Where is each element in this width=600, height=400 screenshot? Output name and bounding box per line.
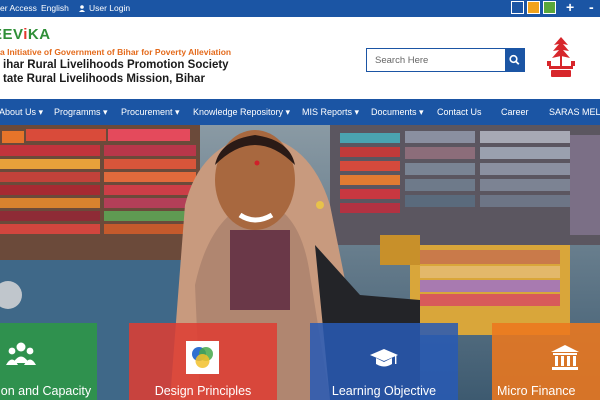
search-input[interactable] [367, 49, 505, 71]
tile-micro-finance[interactable]: Micro Finance [492, 323, 600, 400]
tile-learning-objective[interactable]: Learning Objective [310, 323, 458, 400]
nav-contact-us[interactable]: Contact Us [437, 107, 482, 117]
tile-label: ion and Capacity [0, 384, 92, 398]
nav-about-us[interactable]: About Us ▾ [0, 107, 43, 118]
logo-prefix: EEV [0, 26, 24, 43]
people-group-icon [6, 342, 36, 365]
site-header: EEViKA a Initiative of Government of Bih… [0, 17, 600, 99]
nav-career[interactable]: Career [501, 107, 529, 117]
zoom-out-button[interactable]: - [589, 0, 594, 15]
org-name-line2: tate Rural Livelihoods Mission, Bihar [3, 73, 205, 85]
top-utility-bar: er Access English User Login + - [0, 0, 600, 17]
nav-programms[interactable]: Programms ▾ [54, 107, 108, 118]
theme-green-swatch[interactable] [543, 1, 556, 14]
tile-label: Design Principles [154, 384, 252, 398]
nav-knowledge-repository[interactable]: Knowledge Repository ▾ [193, 107, 290, 118]
logo-suffix: KA [27, 26, 51, 43]
graduation-cap-icon [370, 349, 398, 367]
main-nav: About Us ▾ Programms ▾ Procurement ▾ Kno… [0, 99, 600, 125]
tile-design-principles[interactable]: Design Principles [129, 323, 277, 400]
search-icon [509, 54, 520, 65]
jeevika-logo[interactable]: EEViKA [0, 26, 51, 43]
theme-blue-swatch[interactable] [511, 1, 524, 14]
tagline: a Initiative of Government of Bihar for … [0, 47, 232, 57]
nav-procurement[interactable]: Procurement ▾ [121, 107, 180, 118]
search-button[interactable] [505, 49, 524, 71]
tile-capacity-building[interactable]: ion and Capacity [0, 323, 97, 400]
bank-icon [551, 345, 579, 370]
nav-mis-reports[interactable]: MIS Reports ▾ [302, 107, 359, 118]
nav-saras-mela[interactable]: SARAS MELA [549, 107, 600, 117]
theme-orange-swatch[interactable] [527, 1, 540, 14]
zoom-in-button[interactable]: + [566, 0, 574, 15]
nav-documents[interactable]: Documents ▾ [371, 107, 424, 118]
tile-label: Learning Objective [331, 384, 437, 398]
circles-icon [186, 341, 219, 374]
user-login-link[interactable]: User Login [79, 3, 130, 13]
tile-label: Micro Finance [497, 384, 576, 398]
search-box [366, 48, 525, 72]
user-access-link[interactable]: er Access [0, 3, 37, 13]
english-link[interactable]: English [41, 3, 69, 13]
org-name-line1: ihar Rural Livelihoods Promotion Society [3, 59, 229, 71]
user-icon [79, 5, 85, 12]
bihar-emblem-icon [547, 37, 575, 77]
user-login-label: User Login [89, 3, 131, 13]
